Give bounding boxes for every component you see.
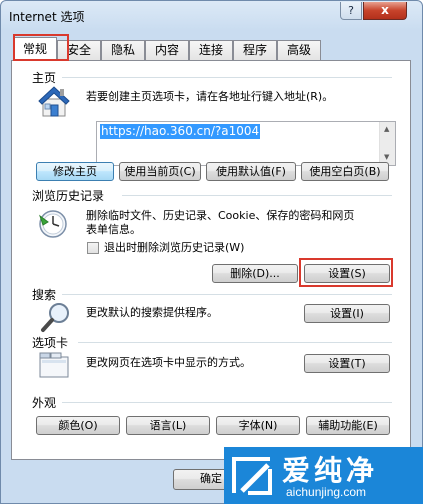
tab-strip: 常规 安全 隐私 内容 连接 程序 高级 bbox=[11, 37, 411, 61]
general-panel: 主页 若要创建主页选项卡，请在各地址行键入地址(R)。 https://hao.… bbox=[11, 60, 411, 460]
tab-general[interactable]: 常规 bbox=[13, 37, 57, 61]
accessibility-button[interactable]: 辅助功能(E) bbox=[306, 416, 390, 435]
use-default-button[interactable]: 使用默认值(F) bbox=[206, 162, 296, 181]
watermark-title: 爱纯净 bbox=[282, 454, 379, 487]
tabs-group-title: 选项卡 bbox=[32, 334, 73, 351]
search-description: 更改默认的搜索提供程序。 bbox=[86, 306, 218, 319]
colors-button[interactable]: 颜色(O) bbox=[36, 416, 120, 435]
tabs-window-icon bbox=[38, 351, 72, 381]
divider bbox=[62, 402, 392, 403]
history-description-line1: 删除临时文件、历史记录、Cookie、保存的密码和网页 bbox=[86, 209, 355, 222]
tab-privacy[interactable]: 隐私 bbox=[101, 40, 145, 60]
languages-button[interactable]: 语言(L) bbox=[126, 416, 210, 435]
use-blank-page-button[interactable]: 使用空白页(B) bbox=[301, 162, 389, 181]
homepage-url-field[interactable]: https://hao.360.cn/?a1004 ▲ ▼ bbox=[96, 121, 396, 166]
scroll-up-icon[interactable]: ▲ bbox=[384, 125, 389, 133]
watermark-url: aichunjing.com bbox=[286, 485, 367, 499]
appearance-group-title: 外观 bbox=[32, 394, 61, 411]
scroll-down-icon[interactable]: ▼ bbox=[384, 153, 389, 161]
divider bbox=[78, 342, 392, 343]
title-bar: Internet 选项 ? x bbox=[1, 1, 422, 31]
fonts-button[interactable]: 字体(N) bbox=[216, 416, 300, 435]
homepage-url-value: https://hao.360.cn/?a1004 bbox=[100, 124, 261, 139]
tab-content[interactable]: 内容 bbox=[145, 40, 189, 60]
tab-programs[interactable]: 程序 bbox=[233, 40, 277, 60]
homepage-description: 若要创建主页选项卡，请在各地址行键入地址(R)。 bbox=[86, 90, 334, 103]
divider bbox=[62, 294, 392, 295]
tab-advanced[interactable]: 高级 bbox=[277, 40, 321, 60]
internet-options-window: Internet 选项 ? x 常规 安全 隐私 内容 连接 程序 高级 主页 … bbox=[0, 0, 423, 504]
delete-history-button[interactable]: 删除(D)... bbox=[212, 264, 298, 283]
tabs-description: 更改网页在选项卡中显示的方式。 bbox=[86, 356, 251, 369]
history-description-line2: 表单信息。 bbox=[86, 223, 141, 236]
home-icon bbox=[36, 83, 72, 119]
history-settings-button[interactable]: 设置(S) bbox=[304, 264, 390, 283]
tab-security[interactable]: 安全 bbox=[57, 40, 101, 60]
watermark-logo-icon bbox=[230, 453, 276, 499]
url-field-scrollbar[interactable]: ▲ ▼ bbox=[379, 122, 395, 165]
tabs-settings-button[interactable]: 设置(T) bbox=[304, 354, 390, 373]
delete-on-exit-checkbox[interactable] bbox=[87, 242, 99, 254]
delete-on-exit-label: 退出时删除浏览历史记录(W) bbox=[104, 241, 245, 254]
watermark-badge: 爱纯净 aichunjing.com bbox=[224, 447, 423, 504]
window-title: Internet 选项 bbox=[9, 10, 85, 24]
history-clock-icon bbox=[36, 206, 74, 242]
change-homepage-button[interactable]: 修改主页 bbox=[36, 162, 114, 181]
divider bbox=[62, 77, 392, 78]
use-current-page-button[interactable]: 使用当前页(C) bbox=[119, 162, 201, 181]
divider bbox=[122, 195, 392, 196]
search-settings-button[interactable]: 设置(I) bbox=[304, 304, 390, 323]
tab-connections[interactable]: 连接 bbox=[189, 40, 233, 60]
close-button[interactable]: x bbox=[363, 2, 407, 20]
search-magnifier-icon bbox=[40, 301, 72, 335]
history-group-title: 浏览历史记录 bbox=[32, 187, 109, 204]
help-button[interactable]: ? bbox=[340, 2, 362, 20]
